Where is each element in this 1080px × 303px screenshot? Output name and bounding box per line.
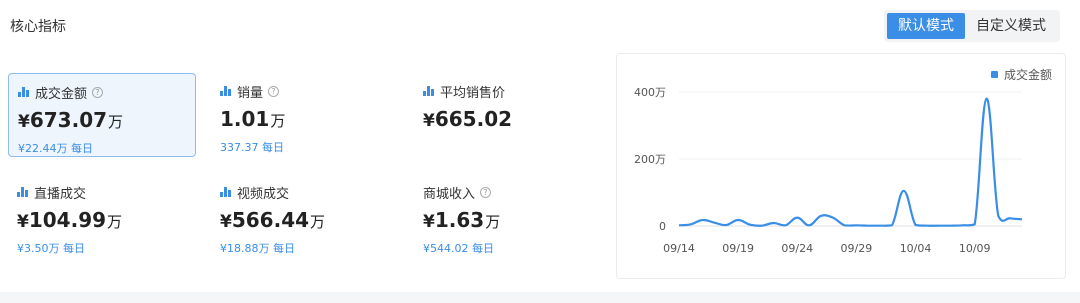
x-tick-label: 10/04 [900, 242, 932, 255]
metric-card-live-sales[interactable]: 直播成交 ¥104.99万 ¥3.50万 每日 [8, 174, 196, 258]
bar-chart-icon [17, 187, 29, 197]
metric-daily: ¥3.50万 每日 [17, 242, 85, 255]
y-tick-label: 0 [659, 220, 666, 233]
bar-chart-icon [220, 86, 232, 96]
metric-label: 销量 [237, 85, 264, 101]
bar-chart-icon [18, 87, 30, 97]
mode-toggle: 默认模式 自定义模式 [884, 10, 1060, 42]
default-mode-button[interactable]: 默认模式 [887, 13, 965, 39]
metric-daily: ¥22.44万 每日 [18, 142, 93, 155]
y-tick-label: 200万 [634, 153, 666, 166]
x-tick-label: 09/19 [722, 242, 754, 255]
x-tick-label: 09/29 [841, 242, 873, 255]
metric-daily: ¥18.88万 每日 [220, 242, 295, 255]
metric-value: ¥104.99万 [17, 208, 123, 232]
metric-daily: ¥544.02 每日 [423, 242, 494, 255]
custom-mode-button[interactable]: 自定义模式 [965, 13, 1057, 39]
section-title: 核心指标 [10, 19, 66, 35]
help-icon[interactable]: ? [480, 186, 492, 198]
metric-card-mall-income[interactable]: 商城收入 ? ¥1.63万 ¥544.02 每日 [414, 174, 602, 258]
x-tick-label: 09/14 [663, 242, 695, 255]
metric-label: 商城收入 [423, 186, 476, 202]
metric-value: ¥566.44万 [220, 208, 326, 232]
series-line [678, 97, 1023, 227]
chart-canvas: 0 200万 400万 09/14 09/19 09/24 09/29 10/04 10/09 [634, 86, 1023, 255]
y-tick-label: 400万 [634, 86, 666, 99]
metric-label: 直播成交 [34, 186, 87, 202]
metric-value: 1.01万 [220, 107, 286, 131]
metric-label: 平均销售价 [440, 85, 506, 101]
metric-label: 成交金额 [35, 86, 88, 102]
metric-card-video-sales[interactable]: 视频成交 ¥566.44万 ¥18.88万 每日 [211, 174, 399, 258]
metric-daily: 337.37 每日 [220, 141, 284, 154]
core-metrics-panel: 核心指标 默认模式 自定义模式 成交金额 ? ¥673.07万 ¥22.44万 … [0, 0, 1080, 292]
help-icon[interactable]: ? [92, 86, 104, 98]
help-icon[interactable]: ? [268, 85, 280, 97]
trend-chart: 成交金额 0 200万 400万 09/14 09/19 09/24 09/29 10/04 1… [616, 53, 1066, 279]
x-tick-label: 09/24 [781, 242, 813, 255]
metric-label: 视频成交 [237, 186, 290, 202]
bar-chart-icon [220, 187, 232, 197]
bar-chart-icon [423, 86, 435, 96]
metric-card-sales-volume[interactable]: 销量 ? 1.01万 337.37 每日 [211, 73, 399, 157]
metric-value: ¥1.63万 [423, 208, 501, 232]
metric-value: ¥665.02 [423, 107, 513, 131]
metric-card-gmv[interactable]: 成交金额 ? ¥673.07万 ¥22.44万 每日 [8, 73, 196, 157]
metric-value: ¥673.07万 [18, 108, 124, 132]
metric-card-avg-price[interactable]: 平均销售价 ¥665.02 [414, 73, 602, 157]
x-tick-label: 10/09 [959, 242, 991, 255]
